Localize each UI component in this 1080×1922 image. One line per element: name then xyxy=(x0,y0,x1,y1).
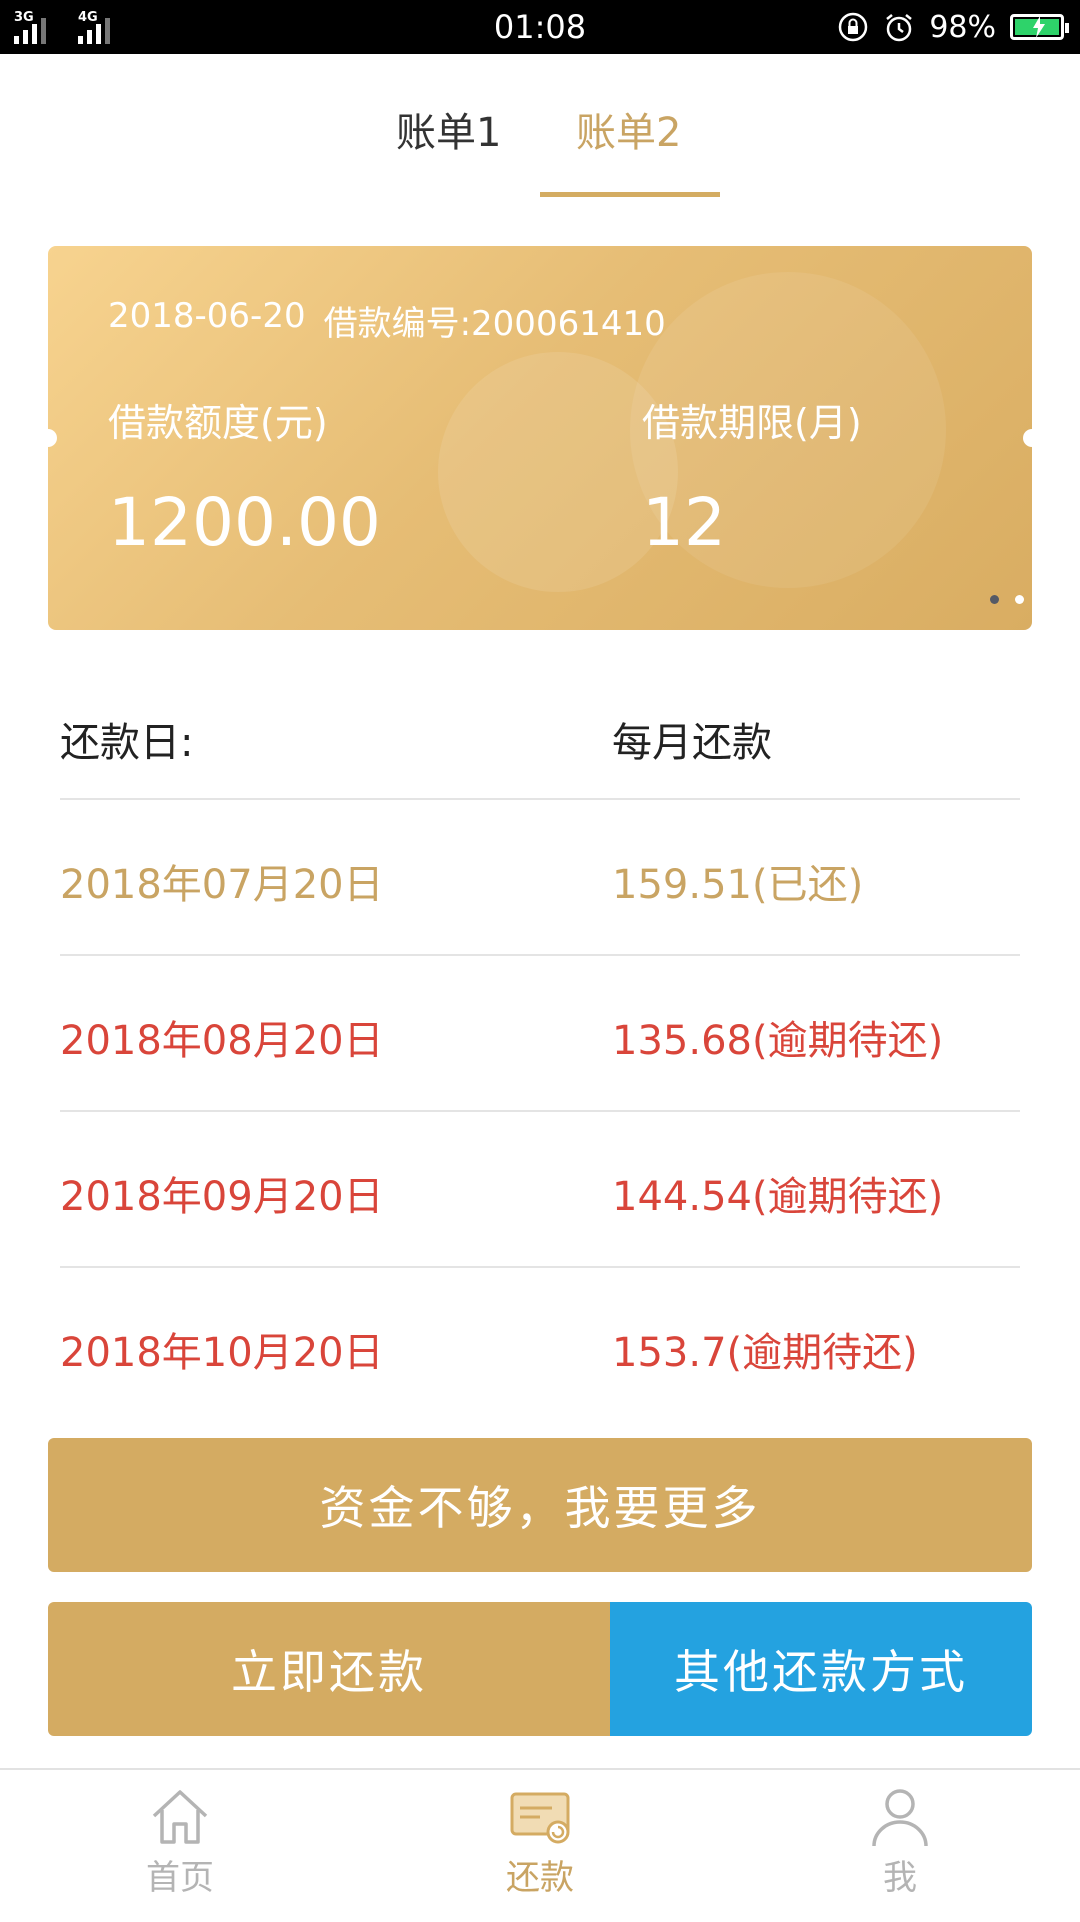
header-monthly-repayment: 每月还款 xyxy=(612,720,772,766)
carousel-dot xyxy=(1015,595,1024,604)
repayment-amount: 135.68(逾期待还) xyxy=(612,1018,944,1064)
loan-term-label: 借款期限(月) xyxy=(642,401,862,445)
other-repayment-methods-button[interactable]: 其他还款方式 xyxy=(610,1602,1032,1736)
repay-now-button[interactable]: 立即还款 xyxy=(48,1602,610,1736)
nav-label: 首页 xyxy=(146,1858,214,1898)
table-row: 2018年09月20日 144.54(逾期待还) xyxy=(60,1110,1020,1266)
table-row: 2018年08月20日 135.68(逾期待还) xyxy=(60,954,1020,1110)
tab-bill-2[interactable]: 账单2 xyxy=(576,100,681,158)
home-icon xyxy=(152,1790,208,1844)
battery-percent: 98% xyxy=(929,9,996,45)
table-row: 2018年10月20日 153.7(逾期待还) xyxy=(60,1266,1020,1422)
repayment-date: 2018年07月20日 xyxy=(60,862,384,908)
repayment-date: 2018年08月20日 xyxy=(60,1018,384,1064)
person-icon xyxy=(872,1789,928,1847)
repayment-amount: 153.7(逾期待还) xyxy=(612,1330,918,1376)
loan-meta: 2018-06-20 借款编号:200061410 xyxy=(108,296,666,345)
carousel-indicator xyxy=(990,595,1024,604)
loan-date: 2018-06-20 xyxy=(108,296,306,336)
carousel-dot xyxy=(990,595,999,604)
active-tab-indicator xyxy=(540,192,720,197)
loan-number: 借款编号:200061410 xyxy=(323,304,666,344)
loan-term-value: 12 xyxy=(642,484,726,561)
schedule-header: 还款日: 每月还款 xyxy=(60,710,1020,768)
loan-card[interactable]: 2018-06-20 借款编号:200061410 借款额度(元) 借款期限(月… xyxy=(48,246,1032,630)
status-bar: 3G 4G 01:08 98% xyxy=(0,0,1080,54)
battery-icon xyxy=(1010,14,1069,40)
repayment-date: 2018年09月20日 xyxy=(60,1174,384,1220)
repayment-amount: 144.54(逾期待还) xyxy=(612,1174,944,1220)
nav-item-repayment[interactable]: 还款 xyxy=(440,1784,640,1899)
status-icons: 98% xyxy=(837,8,1069,46)
repayment-date: 2018年10月20日 xyxy=(60,1330,384,1376)
bottom-nav: 首页 还款 我 xyxy=(0,1768,1080,1922)
repayment-amount: 159.51(已还) xyxy=(612,862,864,908)
header-repayment-date: 还款日: xyxy=(60,720,194,766)
repayment-card-icon xyxy=(510,1792,570,1844)
nav-item-me[interactable]: 我 xyxy=(800,1784,1000,1899)
loan-amount-label: 借款额度(元) xyxy=(108,401,328,445)
tab-bill-1[interactable]: 账单1 xyxy=(396,100,501,158)
nav-item-home[interactable]: 首页 xyxy=(80,1784,280,1899)
alarm-icon xyxy=(886,14,913,42)
nav-label: 还款 xyxy=(506,1858,574,1898)
loan-amount-value: 1200.00 xyxy=(108,484,381,561)
table-row: 2018年07月20日 159.51(已还) xyxy=(60,798,1020,954)
rotation-lock-icon xyxy=(839,12,868,42)
nav-label: 我 xyxy=(883,1858,917,1898)
more-funds-button[interactable]: 资金不够，我要更多 xyxy=(48,1438,1032,1572)
repayment-schedule: 2018年07月20日 159.51(已还) 2018年08月20日 135.6… xyxy=(60,798,1020,1422)
bill-tabs: 账单1 账单2 xyxy=(0,54,1080,204)
